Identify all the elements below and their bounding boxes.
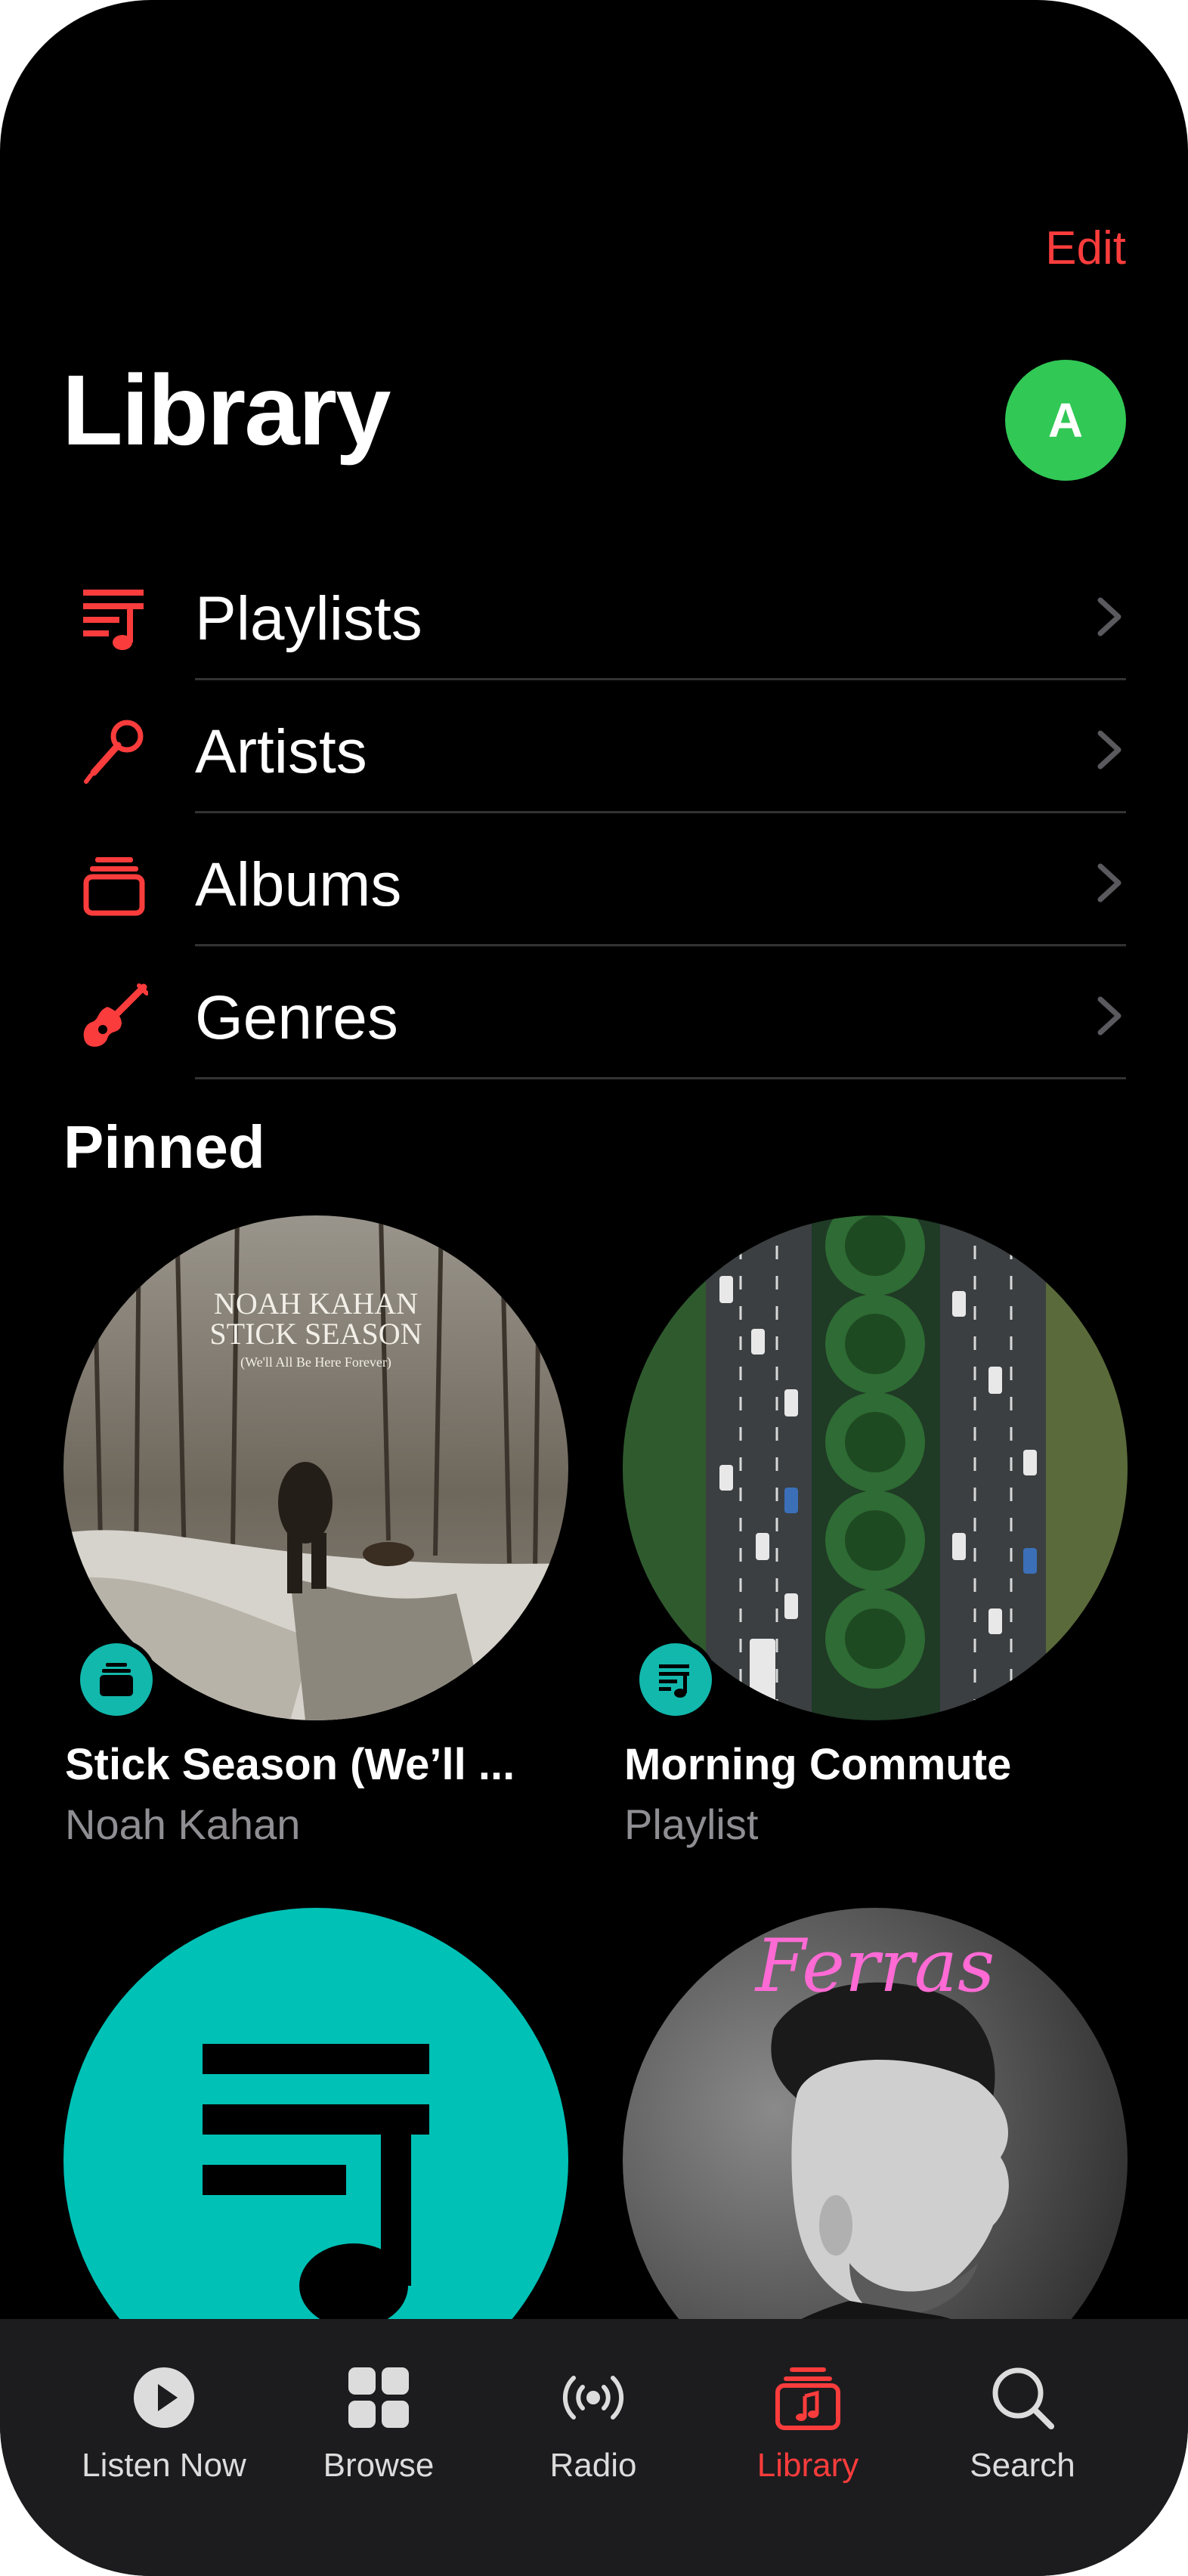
menu-item-label: Genres — [195, 983, 398, 1052]
cover-subtitle-text: (We'll All Be Here Forever) — [240, 1355, 391, 1370]
tab-listen-now[interactable]: Listen Now — [70, 2361, 258, 2485]
tab-label: Listen Now — [82, 2447, 246, 2484]
grid-icon — [348, 2367, 409, 2428]
card-title: Morning Commute — [624, 1740, 1012, 1789]
card-title: Stick Season (We’ll ... — [65, 1740, 515, 1789]
cover-title-text: Ferras — [754, 1924, 995, 2008]
card-subtitle: Playlist — [624, 1800, 759, 1848]
album-cover-image: NOAH KAHAN STICK SEASON (We'll All Be He… — [63, 1215, 568, 1720]
tab-label: Search — [970, 2447, 1075, 2484]
library-screen: Edit Library A Playlists Artists Albums … — [0, 0, 1188, 2576]
tab-label: Browse — [323, 2447, 435, 2484]
menu-item-albums[interactable]: Albums — [0, 813, 1188, 946]
menu-item-label: Artists — [195, 717, 367, 786]
chevron-right-icon — [1097, 996, 1121, 1036]
guitar-icon — [83, 983, 148, 1047]
tab-label: Radio — [549, 2447, 637, 2484]
page-title: Library — [62, 355, 391, 466]
playlist-badge — [635, 1639, 716, 1720]
card-subtitle: Noah Kahan — [65, 1800, 301, 1848]
album-badge — [76, 1639, 157, 1720]
menu-item-playlists[interactable]: Playlists — [0, 547, 1188, 680]
playlist-icon — [659, 1664, 689, 1698]
playlist-artwork[interactable] — [623, 1215, 1128, 1720]
chevron-right-icon — [1097, 863, 1121, 903]
pinned-heading: Pinned — [63, 1113, 265, 1181]
tab-bar: Listen Now Browse Radio Library Search — [0, 2319, 1188, 2576]
edit-button[interactable]: Edit — [1045, 221, 1126, 277]
divider — [195, 1077, 1126, 1079]
radio-waves-icon — [562, 2376, 624, 2420]
aerial-highway-image — [623, 1215, 1128, 1720]
playlist-icon — [83, 590, 144, 650]
avatar[interactable]: A — [1005, 360, 1126, 481]
search-icon — [992, 2367, 1054, 2429]
tab-radio[interactable]: Radio — [499, 2361, 688, 2485]
chevron-right-icon — [1097, 730, 1121, 769]
library-music-icon — [775, 2367, 840, 2430]
menu-item-label: Playlists — [195, 584, 422, 653]
album-stack-icon — [83, 857, 145, 916]
tab-search[interactable]: Search — [928, 2361, 1117, 2485]
tab-label: Library — [756, 2447, 859, 2484]
album-artwork[interactable]: NOAH KAHAN STICK SEASON (We'll All Be He… — [63, 1215, 568, 1720]
play-circle-icon — [134, 2367, 194, 2428]
menu-item-genres[interactable]: Genres — [0, 946, 1188, 1079]
album-stack-icon — [100, 1663, 133, 1696]
menu-item-artists[interactable]: Artists — [0, 680, 1188, 813]
tab-library[interactable]: Library — [713, 2361, 902, 2485]
cover-title-text: STICK SEASON — [209, 1317, 422, 1351]
menu-item-label: Albums — [195, 850, 402, 919]
avatar-initial: A — [1047, 393, 1084, 447]
cover-artist-text: NOAH KAHAN — [214, 1286, 418, 1321]
tab-browse[interactable]: Browse — [284, 2361, 473, 2485]
microphone-icon — [84, 720, 144, 784]
library-menu: Playlists Artists Albums Genres — [0, 547, 1188, 1079]
chevron-right-icon — [1097, 597, 1121, 636]
